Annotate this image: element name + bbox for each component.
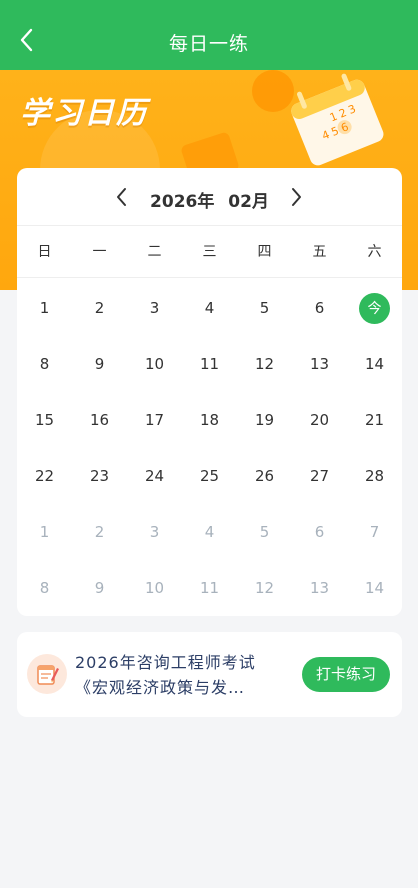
day-cell[interactable]: 8 — [17, 560, 72, 616]
day-cell[interactable]: 3 — [127, 504, 182, 560]
day-cell[interactable]: 25 — [182, 448, 237, 504]
day-cell[interactable]: 19 — [237, 392, 292, 448]
day-cell[interactable]: 13 — [292, 560, 347, 616]
day-cell[interactable]: 13 — [292, 336, 347, 392]
app-header: 每日一练 — [0, 12, 418, 70]
exam-title-line: 2026年咨询工程师考试 — [75, 653, 256, 672]
chevron-right-icon — [292, 188, 301, 206]
exam-title: 2026年咨询工程师考试 《宏观经济政策与发… — [75, 650, 297, 700]
weekday-label: 三 — [202, 244, 217, 260]
day-cell[interactable]: 7 — [347, 504, 402, 560]
day-cell[interactable]: 20 — [292, 392, 347, 448]
calendar-card: 2026年 02月 日 一 二 三 四 五 六 1 2 3 4 5 6 今 8 9 10 11 12 1… — [17, 168, 402, 616]
day-cell[interactable]: 6 — [292, 280, 347, 336]
day-cell[interactable]: 5 — [237, 280, 292, 336]
weekday-label: 日 — [37, 244, 52, 260]
day-cell[interactable]: 18 — [182, 392, 237, 448]
month-label: 2026年 02月 — [17, 187, 402, 212]
day-cell[interactable]: 15 — [17, 392, 72, 448]
weekday-label: 二 — [147, 244, 162, 260]
day-cell[interactable]: 17 — [127, 392, 182, 448]
day-cell[interactable]: 9 — [72, 336, 127, 392]
calendar-illustration-icon: 1 2 3 4 5 6 — [291, 73, 384, 166]
day-cell[interactable]: 2 — [72, 280, 127, 336]
month-value: 02月 — [228, 192, 269, 212]
day-cell[interactable]: 27 — [292, 448, 347, 504]
day-cell[interactable]: 10 — [127, 336, 182, 392]
day-cell[interactable]: 21 — [347, 392, 402, 448]
day-cell[interactable]: 11 — [182, 336, 237, 392]
day-cell[interactable]: 14 — [347, 336, 402, 392]
exam-title-line: 《宏观经济政策与发… — [75, 678, 246, 697]
next-month-button[interactable] — [284, 184, 310, 210]
day-cell[interactable]: 23 — [72, 448, 127, 504]
year-label: 2026年 — [150, 192, 215, 212]
day-cell[interactable]: 2 — [72, 504, 127, 560]
weekday-label: 四 — [257, 244, 272, 260]
day-cell[interactable]: 26 — [237, 448, 292, 504]
day-cell[interactable]: 11 — [182, 560, 237, 616]
day-cell[interactable]: 4 — [182, 280, 237, 336]
weekday-label: 一 — [92, 244, 107, 260]
weekday-label: 五 — [312, 244, 327, 260]
day-cell[interactable]: 16 — [72, 392, 127, 448]
day-cell[interactable]: 10 — [127, 560, 182, 616]
day-cell[interactable]: 1 — [17, 504, 72, 560]
day-cell[interactable]: 1 — [17, 280, 72, 336]
exam-avatar — [27, 654, 67, 694]
checkin-practice-button[interactable]: 打卡练习 — [302, 657, 390, 692]
day-cell[interactable]: 12 — [237, 560, 292, 616]
page-title: 每日一练 — [168, 33, 249, 55]
day-cell[interactable]: 9 — [72, 560, 127, 616]
exam-card[interactable]: 2026年咨询工程师考试 《宏观经济政策与发… 打卡练习 — [17, 632, 402, 717]
day-cell[interactable]: 12 — [237, 336, 292, 392]
banner-title: 学习日历 — [20, 96, 148, 131]
exam-book-icon — [37, 665, 59, 685]
day-cell[interactable]: 6 — [292, 504, 347, 560]
today-badge: 今 — [359, 292, 390, 324]
day-cell[interactable]: 14 — [347, 560, 402, 616]
month-nav: 2026年 02月 — [17, 168, 402, 226]
day-cell[interactable]: 8 — [17, 336, 72, 392]
day-cell[interactable]: 5 — [237, 504, 292, 560]
status-bar — [0, 0, 418, 12]
day-cell[interactable]: 28 — [347, 448, 402, 504]
days-grid: 1 2 3 4 5 6 今 8 9 10 11 12 13 14 15 16 17 18 19 20 21 22 23 24 2… — [17, 280, 402, 616]
day-cell[interactable]: 4 — [182, 504, 237, 560]
weekday-header: 日 一 二 三 四 五 六 — [17, 226, 402, 278]
day-cell-today[interactable]: 今 — [347, 280, 402, 336]
day-cell[interactable]: 22 — [17, 448, 72, 504]
weekday-label: 六 — [367, 244, 382, 260]
day-cell[interactable]: 3 — [127, 280, 182, 336]
day-cell[interactable]: 24 — [127, 448, 182, 504]
